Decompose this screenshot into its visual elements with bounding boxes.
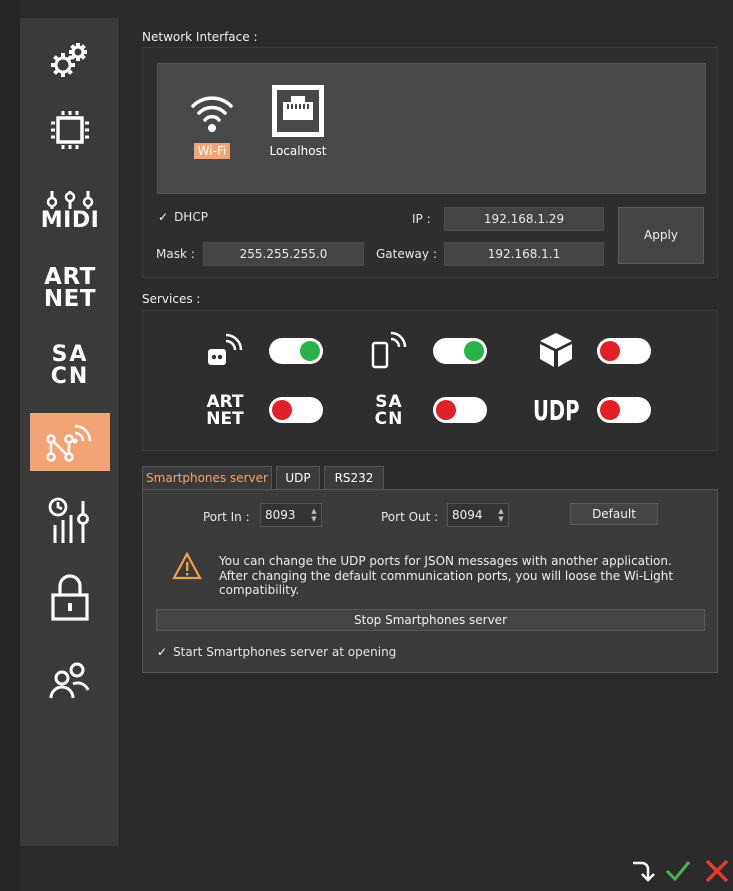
stop-smartphones-server-button[interactable]: Stop Smartphones server <box>156 609 705 631</box>
service-sacn-toggle[interactable] <box>433 397 487 423</box>
service-artnet-toggle[interactable] <box>269 397 323 423</box>
warning-line-2: After changing the default communication… <box>219 569 674 597</box>
service-remote-toggle[interactable] <box>269 338 323 364</box>
interface-wifi[interactable]: Wi-Fi <box>178 90 246 159</box>
service-sacn: SA CN <box>371 393 407 429</box>
confirm-icon[interactable] <box>664 858 692 884</box>
services-title: Services : <box>142 292 201 306</box>
service-udp: UDP <box>532 391 580 431</box>
service-smartphone <box>369 331 409 371</box>
main-panel: Network Interface : Wi-Fi Localhost ✓ DH… <box>120 0 733 891</box>
udp-service-label: UDP <box>532 394 580 427</box>
window-frame <box>0 0 20 891</box>
start-at-opening-checkbox[interactable]: ✓ Start Smartphones server at opening <box>157 645 396 659</box>
apply-button[interactable]: Apply <box>618 207 704 264</box>
sidebar-item-settings[interactable] <box>30 30 110 90</box>
midi-label: MIDI <box>40 207 100 233</box>
sidebar-item-timing[interactable] <box>30 490 110 550</box>
dhcp-label: DHCP <box>174 210 208 224</box>
artnet-label-top: ART <box>44 264 96 290</box>
check-icon: ✓ <box>157 645 168 659</box>
port-in-label: Port In : <box>203 510 250 524</box>
service-remote <box>205 333 245 369</box>
artnet-label-bottom: NET <box>43 286 97 312</box>
tab-rs232[interactable]: RS232 <box>324 466 384 490</box>
mask-label: Mask : <box>156 247 195 261</box>
tab-udp[interactable]: UDP <box>276 466 320 490</box>
ethernet-port-icon <box>272 85 324 137</box>
gateway-field[interactable]: 192.168.1.1 <box>444 242 604 266</box>
warning-line-1: You can change the UDP ports for JSON me… <box>219 554 672 568</box>
timer-faders-icon <box>48 497 89 543</box>
network-icon <box>46 424 92 462</box>
next-icon[interactable] <box>630 858 656 884</box>
interface-list: Wi-Fi Localhost <box>157 63 706 194</box>
port-out-label: Port Out : <box>381 510 439 524</box>
sacn-service-label-bottom: CN <box>374 409 404 429</box>
services-group: ART NET SA CN UDP <box>142 310 718 451</box>
sacn-label-top: SA <box>51 342 89 367</box>
warning-icon <box>172 552 202 580</box>
gateway-label: Gateway : <box>376 247 437 261</box>
port-in-spinbox[interactable]: 8093 ▲ ▼ <box>260 503 322 527</box>
ip-label: IP : <box>412 212 431 226</box>
remote-icon <box>208 333 243 365</box>
sidebar-item-hardware[interactable] <box>30 100 110 160</box>
sidebar: MIDI ART NET SA CN <box>20 18 120 846</box>
interface-localhost[interactable]: Localhost <box>264 82 332 159</box>
service-artnet: ART NET <box>203 393 247 429</box>
close-icon[interactable] <box>704 858 730 884</box>
artnet-service-label-bottom: NET <box>206 409 244 429</box>
network-interface-title: Network Interface : <box>142 30 258 44</box>
sidebar-item-security[interactable] <box>30 568 110 628</box>
wifi-icon <box>191 96 233 132</box>
smartphones-server-panel: Port In : 8093 ▲ ▼ Port Out : 8094 ▲ ▼ Def… <box>142 489 718 673</box>
spin-arrows-icon[interactable]: ▲ ▼ <box>309 507 319 523</box>
service-box-toggle[interactable] <box>597 338 651 364</box>
service-box <box>537 331 575 369</box>
sidebar-item-midi[interactable]: MIDI <box>30 180 110 240</box>
sidebar-item-users[interactable] <box>30 650 110 710</box>
check-icon: ✓ <box>158 210 169 224</box>
default-button[interactable]: Default <box>570 503 658 525</box>
spin-arrows-icon[interactable]: ▲ ▼ <box>496 507 506 523</box>
dhcp-checkbox[interactable]: ✓ DHCP <box>158 210 208 224</box>
chip-icon <box>51 111 89 149</box>
service-udp-toggle[interactable] <box>597 397 651 423</box>
sacn-label-bottom: CN <box>50 364 90 389</box>
tab-smartphones-server[interactable]: Smartphones server <box>142 466 272 491</box>
start-at-opening-label: Start Smartphones server at opening <box>173 645 397 659</box>
cube-icon <box>540 333 572 367</box>
lock-icon <box>51 574 89 621</box>
port-out-spinbox[interactable]: 8094 ▲ ▼ <box>447 503 509 527</box>
localhost-label: Localhost <box>269 144 327 158</box>
port-out-value: 8094 <box>452 508 483 522</box>
wifi-label: Wi-Fi <box>193 143 231 159</box>
sidebar-item-artnet[interactable]: ART NET <box>30 258 110 318</box>
sidebar-item-sacn[interactable]: SA CN <box>30 336 110 396</box>
service-smartphone-toggle[interactable] <box>433 338 487 364</box>
users-icon <box>49 662 90 699</box>
sidebar-item-network[interactable] <box>30 413 110 471</box>
smartphone-icon <box>371 331 407 369</box>
gears-icon <box>51 43 87 77</box>
mask-field[interactable]: 255.255.255.0 <box>203 242 364 266</box>
port-in-value: 8093 <box>265 508 296 522</box>
ip-field[interactable]: 192.168.1.29 <box>444 207 604 231</box>
